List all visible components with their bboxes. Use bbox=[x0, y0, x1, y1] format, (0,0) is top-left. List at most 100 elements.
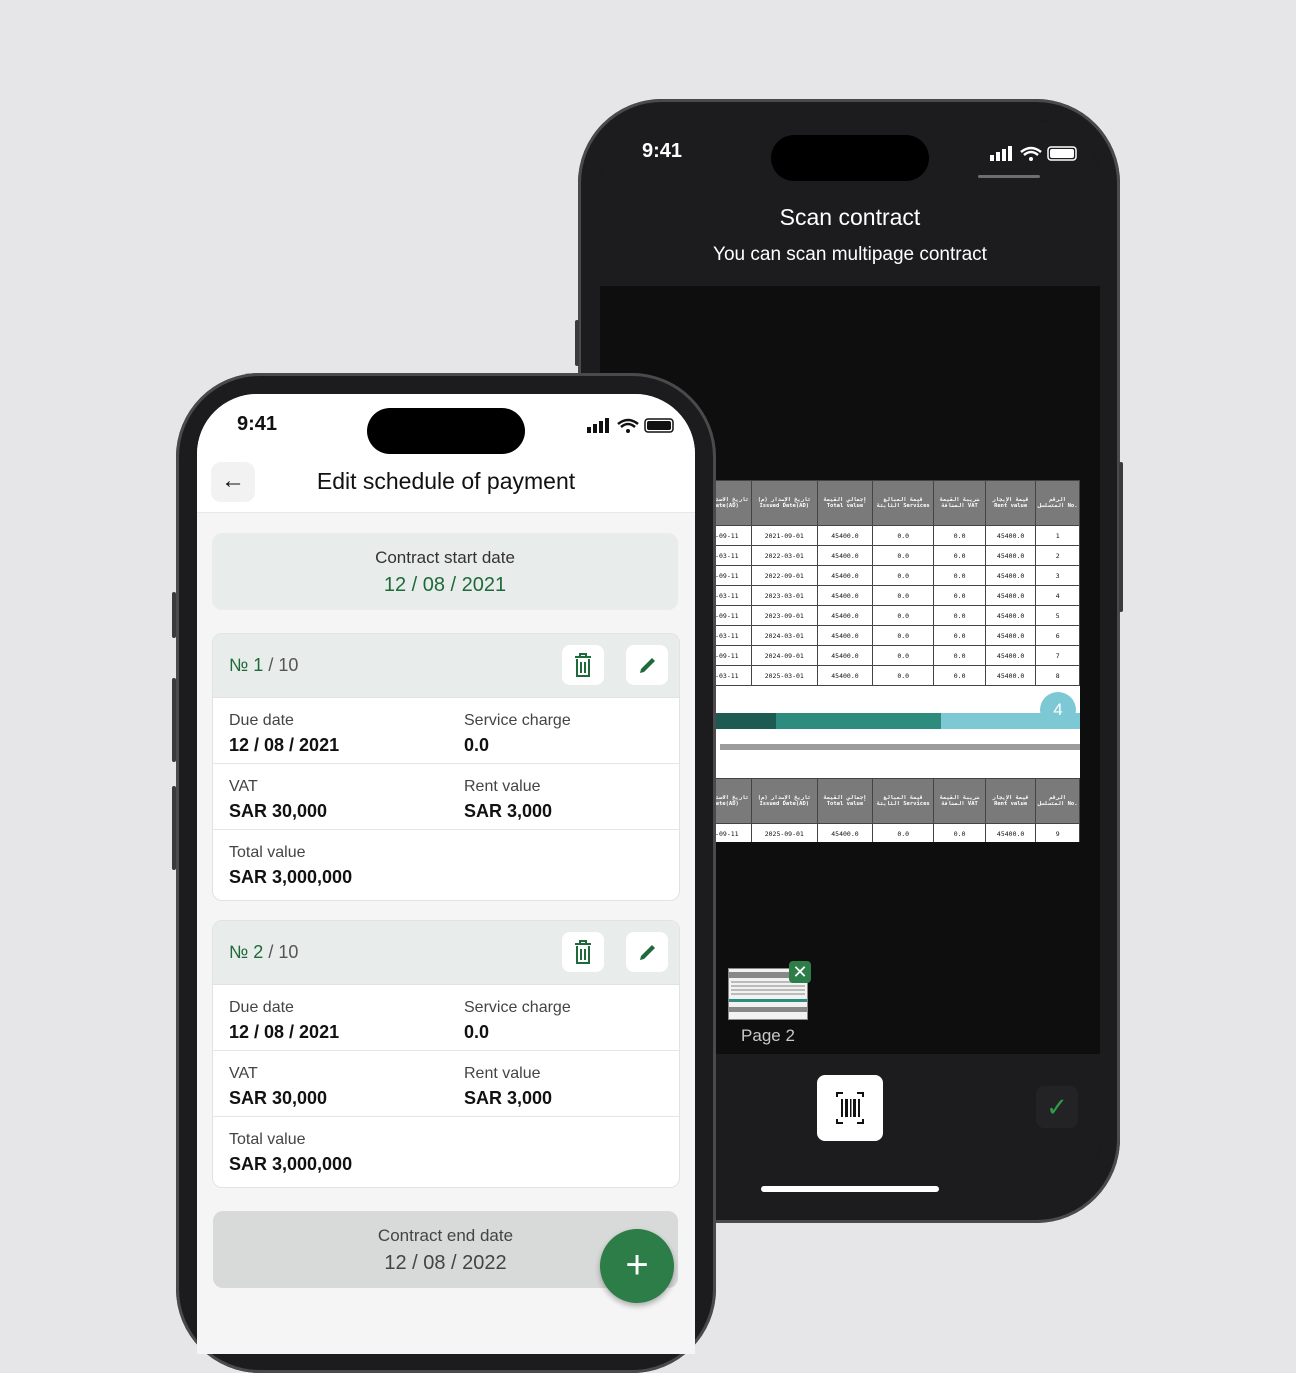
barcode-scan-icon bbox=[836, 1092, 864, 1124]
edit-button[interactable] bbox=[626, 932, 668, 972]
table-header-cell: إجمالي القيمة Total value bbox=[816, 480, 874, 526]
table-cell: 45400.0 bbox=[984, 585, 1037, 606]
table-cell: 2022-03-11 bbox=[716, 545, 752, 566]
table-cell: 9 bbox=[1035, 823, 1080, 842]
table-row: 092025-09-112025-09-0145400.00.00.045400… bbox=[716, 823, 1080, 842]
due-date-field: Due date 12 / 08 / 2021 bbox=[229, 712, 339, 756]
table-header-cell: إجمالي القيمة Total value bbox=[816, 778, 874, 824]
table-cell: 45400.0 bbox=[984, 525, 1037, 546]
table-header-cell: تاريخ الإصدار (م) Issued Date(AD) bbox=[750, 778, 818, 824]
table-cell: 45400.0 bbox=[984, 545, 1037, 566]
table-header-cell: ضريبة القيمة المضافة VAT bbox=[933, 778, 986, 824]
table-cell: 8 bbox=[1035, 665, 1080, 686]
table-cell: 0.0 bbox=[933, 625, 986, 646]
payment-number: № 1 / 10 bbox=[229, 655, 298, 676]
delete-button[interactable] bbox=[562, 932, 604, 972]
table-header-cell: تاريخ الإصدار (م) Issued Date(AD) bbox=[750, 480, 818, 526]
home-indicator bbox=[761, 1186, 939, 1192]
plus-icon: + bbox=[625, 1243, 649, 1287]
table-header-cell: قيمة الإيجار Rent value bbox=[984, 480, 1037, 526]
doc-divider bbox=[720, 744, 1080, 750]
trash-icon bbox=[575, 940, 591, 964]
checkmark-icon: ✓ bbox=[1046, 1092, 1068, 1122]
table-cell: 2021-09-01 bbox=[750, 525, 818, 546]
total-value-field: Total value SAR 3,000,000 bbox=[229, 844, 352, 888]
side-button bbox=[172, 786, 176, 870]
payment-card: № 1 / 10 Due date 12 / 08 / 2021 Service … bbox=[212, 633, 680, 901]
table-cell: 2022-09-01 bbox=[750, 565, 818, 586]
table-cell: 4 bbox=[1035, 585, 1080, 606]
field-value: SAR 3,000 bbox=[464, 1088, 553, 1108]
table-cell: 0.0 bbox=[872, 605, 935, 626]
confirm-button[interactable]: ✓ bbox=[1036, 1086, 1078, 1128]
field-value: 12 / 08 / 2021 bbox=[229, 735, 340, 755]
table-cell: 2023-09-01 bbox=[750, 605, 818, 626]
service-charge-field: Service charge 0.0 bbox=[464, 999, 571, 1043]
table-cell: 45400.0 bbox=[816, 605, 874, 626]
pencil-icon bbox=[640, 945, 655, 960]
pencil-icon bbox=[640, 658, 655, 673]
scanned-document-preview: (AH)تاريخ الاستحقاق (م) Due Date(AD)تاري… bbox=[716, 480, 1080, 842]
table-cell: 45400.0 bbox=[984, 565, 1037, 586]
contract-start-card[interactable]: Contract start date 12 / 08 / 2021 bbox=[212, 533, 678, 610]
dynamic-island bbox=[771, 135, 929, 181]
table-header-cell: تاريخ الاستحقاق (م) Due Date(AD) bbox=[716, 778, 752, 824]
field-value: 0.0 bbox=[464, 1022, 490, 1042]
table-cell: 2 bbox=[1035, 545, 1080, 566]
table-cell: 2025-09-11 bbox=[716, 823, 752, 842]
table-cell: 2023-03-11 bbox=[716, 585, 752, 606]
table-cell: 2023-03-01 bbox=[750, 585, 818, 606]
table-cell: 0.0 bbox=[933, 665, 986, 686]
table-cell: 2024-09-01 bbox=[750, 645, 818, 666]
side-button bbox=[172, 592, 176, 638]
side-button bbox=[575, 320, 579, 366]
trash-icon bbox=[575, 653, 591, 677]
payment-card: № 2 / 10 Due date 12 / 08 / 2021 Service … bbox=[212, 920, 680, 1188]
table-row: -282024-09-112024-09-0145400.00.00.04540… bbox=[716, 645, 1080, 666]
table-cell: 3 bbox=[1035, 565, 1080, 586]
table-row: -242021-09-112021-09-0145400.00.00.04540… bbox=[716, 525, 1080, 546]
start-date-value: 12 / 08 / 2021 bbox=[383, 574, 507, 596]
table-row: -012025-03-112025-03-0145400.00.00.04540… bbox=[716, 665, 1080, 686]
table-cell: 45400.0 bbox=[816, 665, 874, 686]
table-cell: 2024-09-11 bbox=[716, 645, 752, 666]
back-button[interactable]: ← bbox=[211, 462, 255, 502]
field-value: SAR 3,000 bbox=[464, 801, 553, 821]
payment-count: / 10 bbox=[263, 655, 299, 675]
edit-schedule-screen: 9:41 ← Edit schedule of payment Contract… bbox=[197, 394, 695, 1354]
page-number-badge: 4 bbox=[1040, 692, 1076, 728]
remove-page-button[interactable]: ✕ bbox=[789, 961, 811, 983]
field-label: Total value bbox=[229, 844, 306, 861]
delete-button[interactable] bbox=[562, 645, 604, 685]
table-cell: 45400.0 bbox=[984, 823, 1037, 842]
table-header-cell: قيمة المبالغ الثابتة Services bbox=[872, 778, 935, 824]
add-payment-button[interactable]: + bbox=[600, 1229, 674, 1303]
status-time: 9:41 bbox=[237, 413, 278, 435]
table-header-row: (AH)تاريخ الاستحقاق (م) Due Date(AD)تاري… bbox=[716, 480, 1080, 526]
payment-header: № 2 / 10 bbox=[213, 921, 679, 985]
table-cell: 2022-09-11 bbox=[716, 565, 752, 586]
table-cell: 0.0 bbox=[933, 585, 986, 606]
vat-field: VAT SAR 30,000 bbox=[229, 778, 327, 822]
close-icon: ✕ bbox=[792, 962, 808, 982]
status-icons bbox=[587, 418, 674, 433]
dynamic-island bbox=[367, 408, 525, 454]
table-header-cell: ضريبة القيمة المضافة VAT bbox=[933, 480, 986, 526]
table-cell: 2022-03-01 bbox=[750, 545, 818, 566]
scan-header: 9:41 Scan contract You can scan multipag… bbox=[600, 120, 1100, 286]
scan-title: Scan contract bbox=[779, 204, 921, 230]
field-value: SAR 30,000 bbox=[229, 801, 328, 821]
payment-header: № 1 / 10 bbox=[213, 634, 679, 698]
field-label: Rent value bbox=[464, 1065, 541, 1082]
table-cell: 45400.0 bbox=[984, 645, 1037, 666]
scan-button[interactable] bbox=[817, 1075, 883, 1141]
table-cell: 0.0 bbox=[933, 645, 986, 666]
table-row: -052022-09-112022-09-0145400.00.00.04540… bbox=[716, 565, 1080, 586]
table-cell: 45400.0 bbox=[816, 585, 874, 606]
field-label: Due date bbox=[229, 999, 294, 1016]
edit-button[interactable] bbox=[626, 645, 668, 685]
table-cell: 45400.0 bbox=[816, 645, 874, 666]
payment-index: № 1 bbox=[229, 655, 264, 675]
table-cell: 45400.0 bbox=[984, 665, 1037, 686]
sheet-handle bbox=[978, 175, 1040, 178]
